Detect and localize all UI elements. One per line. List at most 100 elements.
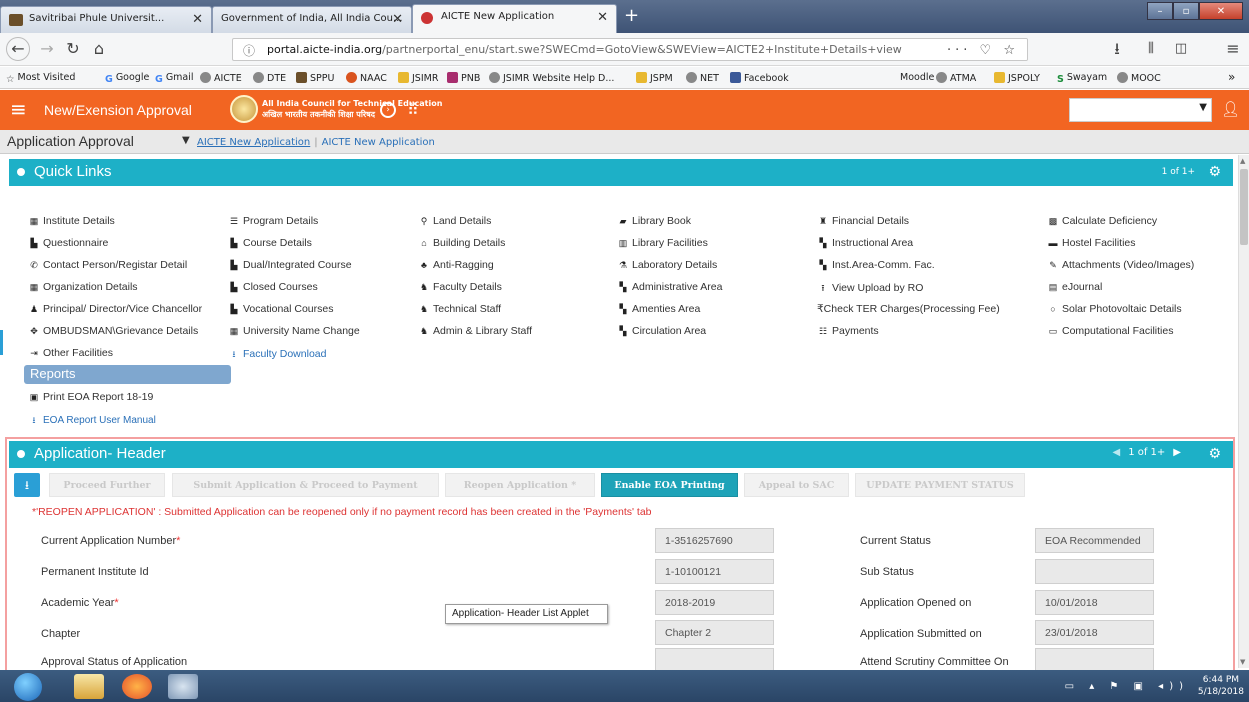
download-button[interactable]: ⭳ [14,473,40,497]
appeal-to-sac-button[interactable]: Appeal to SAC [744,473,849,497]
link-amenties-area[interactable]: ▚ Amenties Area [617,303,701,315]
bookmark-google[interactable]: G Google [105,72,149,85]
close-tab-icon[interactable]: ✕ [392,12,403,27]
screen-selector[interactable]: Application Approval [7,133,134,149]
link-computational-facilities[interactable]: ▭ Computational Facilities [1047,325,1174,337]
sub-status-field[interactable] [1035,559,1154,584]
page-actions[interactable]: ··· ♡ ☆ [941,39,1027,60]
user-icon[interactable]: 👤︎ [1221,100,1240,118]
link-circulation-area[interactable]: ▚ Circulation Area [617,325,707,337]
link-dual-integrated-course[interactable]: ▙ Dual/Integrated Course [228,259,352,271]
link-financial-details[interactable]: ♜ Financial Details [817,215,909,227]
close-window-icon[interactable]: ✕ [1199,2,1243,20]
link-instructional-area[interactable]: ▚ Instructional Area [817,237,914,249]
browser-tab-aicte[interactable]: AICTE New Application ✕ [412,4,617,33]
enable-eoa-printing-button[interactable]: Enable EOA Printing [601,473,738,497]
site-info-icon[interactable]: ⓘ [243,42,255,59]
bookmark-facebook[interactable]: Facebook [730,72,789,84]
reload-icon[interactable]: ↻ [62,39,84,59]
bookmark-mooc[interactable]: MOOC [1117,72,1161,84]
bookmark-sppu[interactable]: SPPU [296,72,334,84]
link-land-details[interactable]: ⚲ Land Details [418,215,492,227]
link-view-upload-by-ro[interactable]: ⭱ View Upload by RO [817,281,923,297]
link-university-name-change[interactable]: ▦ University Name Change [228,325,360,337]
proceed-further-button[interactable]: Proceed Further [49,473,165,497]
link-course-details[interactable]: ▙ Course Details [228,237,312,249]
bookmark-gmail[interactable]: G Gmail [155,72,194,85]
url-bar[interactable]: ⓘ portal.aicte-india.org/partnerportal_e… [232,38,1028,61]
link-anti-ragging[interactable]: ♣ Anti-Ragging [418,259,494,271]
bookmark-swayam[interactable]: S Swayam [1057,72,1107,85]
library-icon[interactable]: ⫼ [1140,39,1162,59]
bookmark-net[interactable]: NET [686,72,719,84]
link-building-details[interactable]: ⌂ Building Details [418,237,505,249]
link-ejournal[interactable]: ▤ eJournal [1047,281,1103,293]
bookmark-jspm[interactable]: JSPM [636,72,673,84]
link-vocational-courses[interactable]: ▙ Vocational Courses [228,303,334,315]
sidebar-icon[interactable]: ◫ [1170,39,1192,59]
minimize-icon[interactable]: – [1147,2,1173,20]
menu-icon[interactable]: ≡ [1222,39,1244,59]
link-faculty-details[interactable]: ♞ Faculty Details [418,281,502,293]
link-payments[interactable]: ☷ Payments [817,325,879,337]
scroll-up-icon[interactable]: ▲ [1240,157,1245,165]
bookmark-jsimr[interactable]: JSIMR [398,72,438,84]
bookmark-pnb[interactable]: PNB [447,72,480,84]
opened-on-field[interactable]: 10/01/2018 [1035,590,1154,615]
gear-icon[interactable]: ⚙ [1208,446,1221,462]
maximize-icon[interactable]: ▫ [1173,2,1199,20]
bookmarks-overflow-icon[interactable]: » [1228,70,1235,84]
link-check-ter-charges[interactable]: ₹Check TER Charges(Processing Fee) [817,303,1000,315]
bookmark-atma[interactable]: ATMA [936,72,976,84]
link-library-facilities[interactable]: ▥ Library Facilities [617,237,708,249]
submit-and-pay-button[interactable]: Submit Application & Proceed to Payment [172,473,439,497]
bookmark-moodle[interactable]: Moodle [900,72,934,83]
bookmark-jsimr-help[interactable]: JSIMR Website Help D... [489,72,614,84]
link-solar-photovoltaic[interactable]: ○ Solar Photovoltaic Details [1047,303,1181,315]
gear-icon[interactable]: ⚙ [1208,164,1221,180]
home-icon[interactable]: ⌂ [88,39,110,59]
link-print-eoa-report[interactable]: ▣ Print EOA Report 18-19 [28,391,154,403]
taskbar-clock[interactable]: 6:44 PM 5/18/2018 [1198,674,1244,698]
chevron-down-icon[interactable]: ▼ [182,135,190,146]
link-contact-person[interactable]: ✆ Contact Person/Registar Detail [28,259,187,271]
link-other-facilities[interactable]: ⇥ Other Facilities [28,347,113,359]
file-explorer-icon[interactable] [74,674,104,699]
current-status-field[interactable]: EOA Recommended [1035,528,1154,553]
bookmark-most-visited[interactable]: ☆ Most Visited [6,72,75,85]
link-hostel-facilities[interactable]: ▬ Hostel Facilities [1047,237,1136,249]
downloads-icon[interactable]: ⭳ [1106,39,1128,59]
link-principal-director[interactable]: ♟ Principal/ Director/Vice Chancellor [28,303,202,315]
scrollbar-thumb[interactable] [1240,169,1248,245]
update-payment-status-button[interactable]: UPDATE PAYMENT STATUS [855,473,1025,497]
submitted-on-field[interactable]: 23/01/2018 [1035,620,1154,645]
browser-tab-goi[interactable]: Government of India, All India Cou... ✕ [212,6,412,33]
link-administrative-area[interactable]: ▚ Administrative Area [617,281,723,293]
link-organization-details[interactable]: ▦ Organization Details [28,281,138,293]
reopen-application-button[interactable]: Reopen Application * [445,473,595,497]
link-technical-staff[interactable]: ♞ Technical Staff [418,303,501,315]
link-faculty-download[interactable]: ⭳ Faculty Download [228,347,326,363]
link-inst-area-comm-fac[interactable]: ▚ Inst.Area-Comm. Fac. [817,259,935,271]
link-ombudsman[interactable]: ✥ OMBUDSMAN\Grievance Details [28,325,198,337]
link-laboratory-details[interactable]: ⚗ Laboratory Details [617,259,717,271]
back-icon[interactable]: ← [6,37,30,61]
new-tab-icon[interactable]: + [624,5,639,26]
link-questionnaire[interactable]: ▙ Questionnaire [28,237,109,249]
start-button-icon[interactable] [14,673,42,701]
bookmark-dte[interactable]: DTE [253,72,286,84]
link-calculate-deficiency[interactable]: ▩ Calculate Deficiency [1047,215,1157,227]
link-attachments[interactable]: ✎ Attachments (Video/Images) [1047,259,1194,271]
forward-icon[interactable]: → [36,39,58,59]
link-library-book[interactable]: ▰ Library Book [617,215,691,227]
prev-record-icon[interactable]: ◀ [1112,447,1120,458]
link-institute-details[interactable]: ▦ Institute Details [28,215,115,227]
system-tray-icons[interactable]: ▭ ▴ ⚑ ▣ ◂)) [1065,681,1189,692]
link-admin-library-staff[interactable]: ♞ Admin & Library Staff [418,325,532,337]
firefox-icon[interactable] [122,674,152,699]
close-tab-icon[interactable]: ✕ [597,10,608,25]
link-program-details[interactable]: ☰ Program Details [228,215,318,227]
breadcrumb-link[interactable]: AICTE New Application [197,137,310,148]
academic-year-field[interactable]: 2018-2019 [655,590,774,615]
link-closed-courses[interactable]: ▙ Closed Courses [228,281,318,293]
